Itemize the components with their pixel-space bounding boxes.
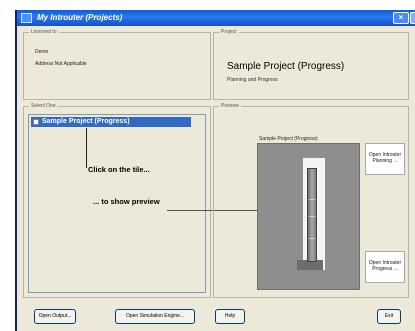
- preview-tick: [309, 238, 315, 239]
- project-label: Project: [219, 28, 239, 36]
- select-one-label: Select One: [29, 102, 58, 110]
- window-title: My Introuter (Projects): [37, 13, 123, 22]
- project-list[interactable]: Sample Project (Progress) Click on the t…: [28, 114, 206, 293]
- preview-image-label: Sample Project (Progress): [259, 136, 318, 142]
- annotation-show: ... to show preview: [93, 197, 160, 206]
- preview-group: Preview Sample Project (Progress) Open I…: [213, 102, 409, 298]
- open-progress-button[interactable]: Open Introuter Progress ...: [365, 251, 405, 283]
- project-group: Project Sample Project (Progress) Planni…: [213, 28, 409, 100]
- title-bar[interactable]: My Introuter (Projects) ×: [17, 10, 415, 26]
- main-window: My Introuter (Projects) × Licensed to De…: [15, 10, 415, 331]
- preview-bar: [307, 168, 317, 262]
- list-item-checkbox[interactable]: [33, 119, 39, 125]
- list-item[interactable]: Sample Project (Progress): [31, 117, 191, 127]
- preview-tick: [309, 216, 315, 217]
- preview-label: Preview: [219, 102, 241, 110]
- app-icon: [21, 13, 32, 23]
- licensee-name: Demo: [35, 49, 49, 55]
- help-button[interactable]: Help: [215, 309, 245, 324]
- exit-button[interactable]: Exit: [377, 309, 401, 324]
- callout-line-click: [86, 128, 87, 168]
- project-title: Sample Project (Progress): [227, 61, 345, 72]
- close-icon[interactable]: ×: [393, 12, 409, 24]
- list-item-label: Sample Project (Progress): [42, 118, 130, 125]
- close-button-edge: [410, 12, 415, 24]
- open-output-button[interactable]: Open Output...: [34, 309, 76, 324]
- licensed-to-group: Licensed to Demo Address Not Applicable: [23, 28, 211, 100]
- annotation-click: Click on the tile...: [88, 165, 150, 174]
- open-planning-button[interactable]: Open Introuter Planning ...: [365, 143, 405, 175]
- open-simulation-engine-button[interactable]: Open Simulation Engine...: [115, 309, 195, 324]
- licensee-address: Address Not Applicable: [35, 61, 87, 67]
- select-one-group: Select One Sample Project (Progress) Cli…: [23, 102, 211, 298]
- preview-tick: [309, 199, 315, 200]
- preview-image: [257, 143, 360, 290]
- project-subtitle: Planning and Progress: [227, 77, 278, 83]
- licensed-to-label: Licensed to: [29, 28, 59, 36]
